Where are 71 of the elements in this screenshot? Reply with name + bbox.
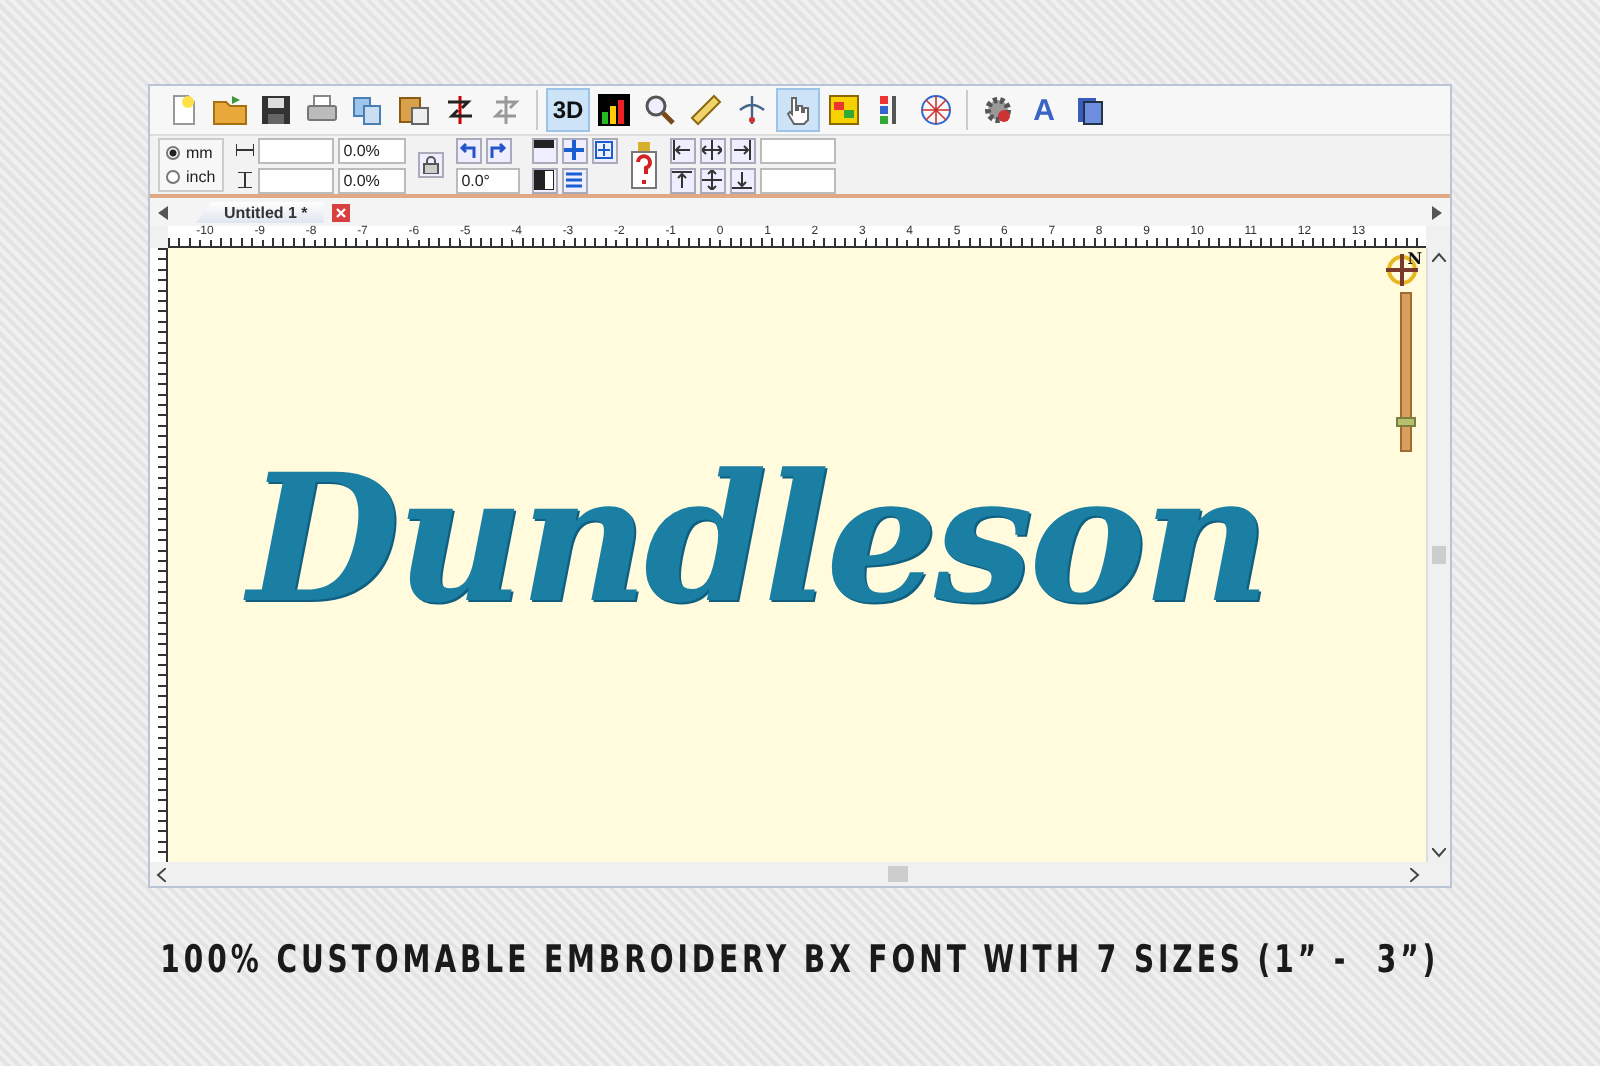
width-field[interactable]	[257, 137, 334, 163]
tool-button[interactable]	[699, 167, 726, 193]
horizontal-scrollbar[interactable]	[150, 862, 1426, 886]
scroll-down-icon[interactable]	[1432, 848, 1446, 858]
caption-text: 100% CUSTOMABLE EMBROIDERY BX FONT WITH 7 SIZES (1” - 3”)	[160, 938, 1440, 982]
tool-button[interactable]	[531, 137, 558, 163]
zoom-slider[interactable]	[1400, 292, 1412, 452]
letters-icon	[878, 94, 902, 126]
compass-icon	[1386, 250, 1422, 286]
mirror-icon	[444, 94, 476, 126]
align-bottom-icon	[732, 170, 753, 190]
sphere-icon	[920, 94, 952, 126]
rotation-field[interactable]: 0.0°	[455, 167, 520, 193]
document-tab[interactable]: Untitled 1 *	[196, 201, 324, 223]
ruler-icon	[690, 94, 722, 126]
rotate-right-icon	[488, 140, 509, 160]
lock-icon	[421, 156, 440, 174]
help-icon	[629, 141, 658, 189]
half-fill-icon	[534, 170, 555, 190]
printer-icon	[306, 94, 338, 126]
horizontal-field[interactable]	[759, 137, 836, 163]
height-scale-field[interactable]: 0.0%	[337, 167, 406, 193]
tool-button[interactable]	[417, 152, 444, 178]
width-scale-field[interactable]: 0.0%	[337, 137, 406, 163]
scroll-left-icon[interactable]	[156, 867, 166, 881]
tool-button[interactable]	[669, 167, 696, 193]
tool-button[interactable]	[531, 167, 558, 193]
tool-button[interactable]	[729, 137, 756, 163]
unit-radio[interactable]: mm	[166, 142, 216, 164]
scroll-left-icon[interactable]	[158, 205, 168, 219]
scrollbar-thumb[interactable]	[888, 866, 908, 882]
toolbar-button[interactable]: 3D	[546, 88, 590, 132]
align-top-edge-icon	[672, 170, 693, 190]
scrollbar-thumb[interactable]	[1432, 546, 1446, 564]
embroidered-text: Dundleson	[247, 433, 1267, 641]
scroll-right-icon[interactable]	[1432, 205, 1442, 219]
documents-icon	[1074, 94, 1106, 126]
middle-icon	[702, 170, 723, 190]
copy-icon	[352, 94, 384, 126]
height-field[interactable]	[257, 167, 334, 193]
center-icon	[702, 140, 723, 160]
magnifier-icon	[644, 94, 676, 126]
hand-pointer-icon	[782, 94, 814, 126]
folder-icon	[212, 94, 248, 126]
tool-button[interactable]	[729, 167, 756, 193]
width-icon	[235, 142, 254, 158]
list-icon	[564, 170, 585, 190]
slider-thumb[interactable]	[1396, 416, 1416, 427]
fit-icon	[594, 140, 615, 160]
expand-icon	[564, 140, 585, 160]
unit-radio[interactable]: inch	[166, 166, 216, 188]
height-icon	[235, 172, 254, 188]
gear-icon	[982, 94, 1014, 126]
rotate-left-icon	[458, 140, 479, 160]
needle-icon	[736, 94, 768, 126]
flip-icon	[490, 94, 522, 126]
tool-button[interactable]	[699, 137, 726, 163]
scroll-right-icon[interactable]	[1410, 867, 1420, 881]
scroll-up-icon[interactable]	[1432, 252, 1446, 262]
compass-label: N	[1407, 248, 1422, 268]
paste-icon	[398, 94, 430, 126]
new-document-icon	[168, 94, 200, 126]
align-left-icon	[672, 140, 693, 160]
close-icon[interactable]	[331, 203, 350, 221]
toolbar-button[interactable]: A	[1022, 88, 1066, 132]
color-swatch-icon	[828, 94, 860, 126]
tool-button[interactable]	[669, 137, 696, 163]
bar-chart-icon	[598, 94, 630, 126]
toolbar-button[interactable]	[592, 88, 636, 132]
align-right-icon	[732, 140, 753, 160]
vertical-field[interactable]	[759, 167, 836, 193]
